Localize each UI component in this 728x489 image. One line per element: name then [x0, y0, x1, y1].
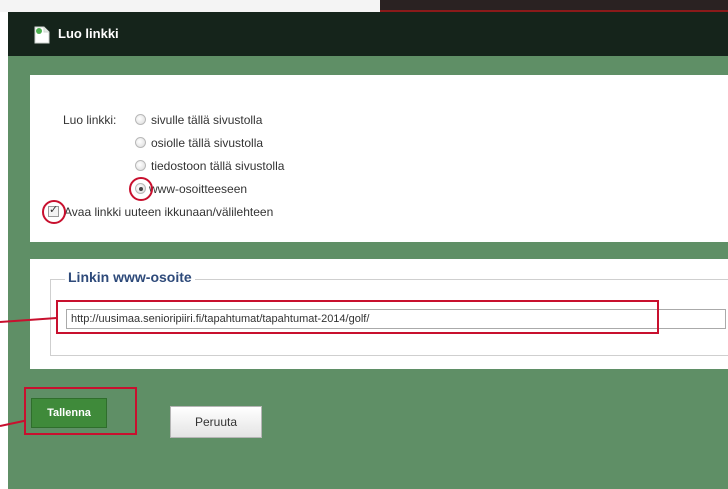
document-link-icon [34, 26, 50, 44]
link-type-label: Luo linkki: [63, 113, 117, 127]
highlight-box-url [56, 300, 659, 334]
background-page-strip [0, 0, 728, 12]
highlight-circle-radio [129, 177, 153, 201]
link-type-panel: Luo linkki: sivulle tällä sivustolla osi… [30, 75, 728, 242]
highlight-circle-checkbox [42, 200, 66, 224]
dialog-titlebar: Luo linkki [8, 12, 728, 56]
radio-web-address-label: www-osoitteeseen [149, 182, 248, 196]
radio-page-label: sivulle tällä sivustolla [151, 113, 263, 127]
create-link-dialog: Luo linkki Luo linkki: sivulle tällä siv… [8, 12, 728, 489]
radio-file[interactable] [135, 160, 146, 171]
radio-section[interactable] [135, 137, 146, 148]
fieldset-border-bottom [50, 355, 728, 356]
new-window-label: Avaa linkki uuteen ikkunaan/välilehteen [64, 205, 274, 219]
radio-file-label: tiedostoon tällä sivustolla [151, 159, 285, 173]
radio-page[interactable] [135, 114, 146, 125]
radio-section-label: osiolle tällä sivustolla [151, 136, 264, 150]
dialog-title: Luo linkki [58, 26, 119, 41]
save-button[interactable]: Tallenna [31, 398, 107, 428]
cancel-button[interactable]: Peruuta [170, 406, 262, 438]
url-section-legend: Linkin www-osoite [65, 269, 195, 285]
